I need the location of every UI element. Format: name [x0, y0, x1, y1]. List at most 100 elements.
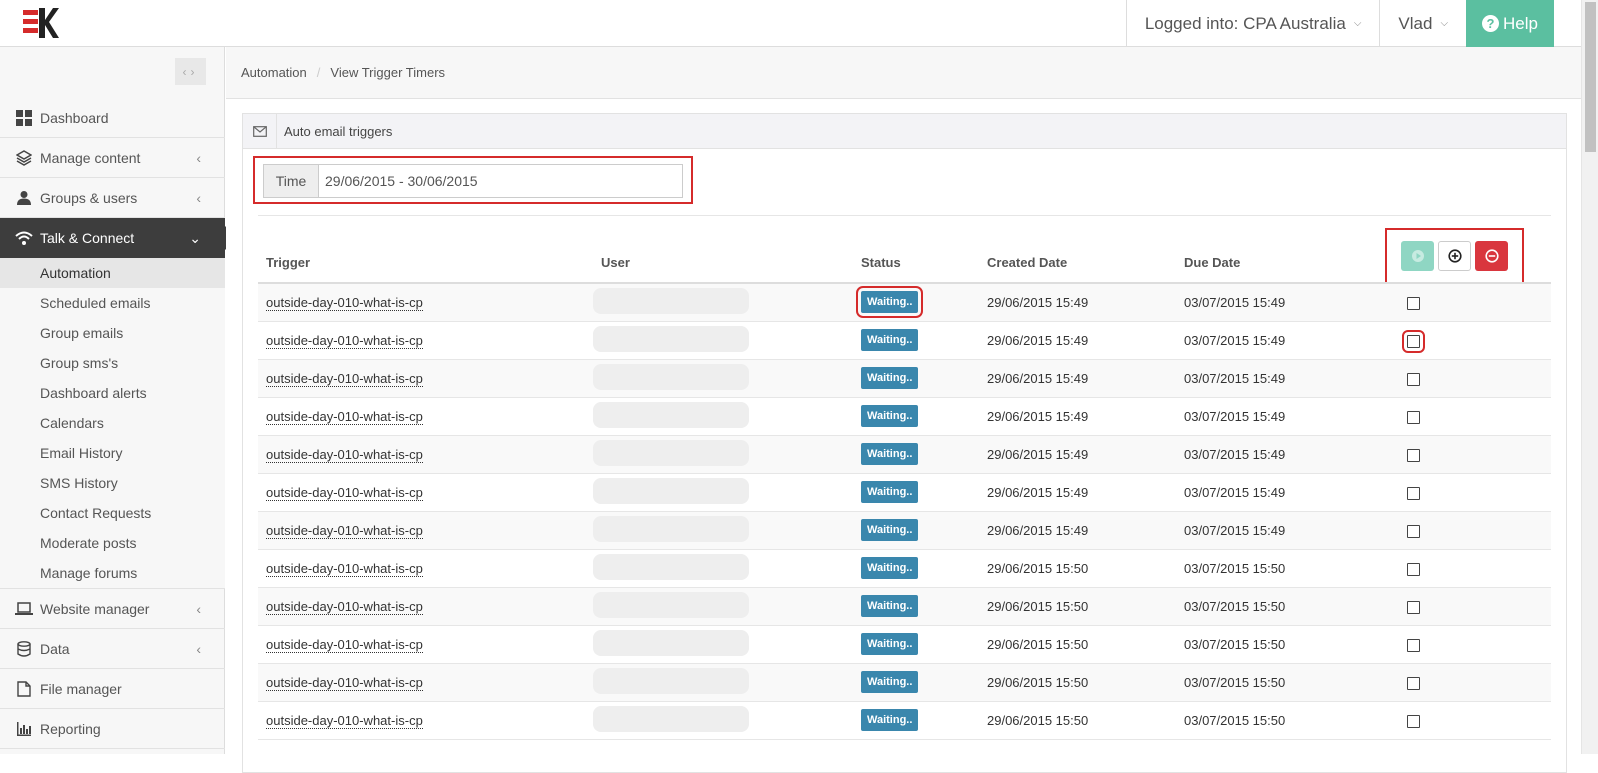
- account-dropdown[interactable]: Logged into: CPA Australia ⌵: [1125, 0, 1380, 47]
- status-badge: Waiting..: [861, 595, 919, 617]
- submenu-item-dashboard-alerts[interactable]: Dashboard alerts: [0, 378, 225, 408]
- row-checkbox[interactable]: [1407, 562, 1420, 576]
- cell-trigger: outside-day-010-what-is-cp: [258, 701, 593, 740]
- row-checkbox[interactable]: [1402, 329, 1425, 353]
- cell-due-date: 03/07/2015 15:49: [1176, 397, 1376, 436]
- row-checkbox[interactable]: [1407, 486, 1420, 500]
- submenu-item-calendars[interactable]: Calendars: [0, 408, 225, 438]
- sidebar-item-label: Website manager: [40, 600, 150, 617]
- cell-status: Waiting..: [853, 359, 979, 398]
- cell-due-date: 03/07/2015 15:49: [1176, 473, 1376, 512]
- file-icon: [15, 680, 33, 697]
- row-checkbox[interactable]: [1407, 524, 1420, 538]
- cell-trigger: outside-day-010-what-is-cp: [258, 321, 593, 360]
- submenu-item-contact-requests[interactable]: Contact Requests: [0, 498, 225, 528]
- row-checkbox[interactable]: [1407, 296, 1420, 310]
- row-checkbox[interactable]: [1407, 600, 1420, 614]
- row-checkbox[interactable]: [1407, 676, 1420, 690]
- sidebar-item-dashboard[interactable]: Dashboard: [0, 98, 225, 138]
- table-row: outside-day-010-what-is-cp Waiting.. 29/06…: [258, 663, 1551, 702]
- trigger-link[interactable]: outside-day-010-what-is-cp: [266, 598, 423, 615]
- trigger-link[interactable]: outside-day-010-what-is-cp: [266, 332, 423, 349]
- submenu-item-sms-history[interactable]: SMS History: [0, 468, 225, 498]
- trigger-link[interactable]: outside-day-010-what-is-cp: [266, 674, 423, 691]
- submenu-item-manage-forums[interactable]: Manage forums: [0, 558, 225, 588]
- scrollbar-thumb[interactable]: [1585, 2, 1596, 152]
- header-due-date[interactable]: Due Date: [1176, 243, 1376, 284]
- trigger-link[interactable]: outside-day-010-what-is-cp: [266, 636, 423, 653]
- sidebar-collapse-toggle[interactable]: ‹›: [175, 58, 206, 85]
- status-badge: Waiting..: [861, 557, 919, 579]
- row-checkbox[interactable]: [1407, 372, 1420, 386]
- status-badge: Waiting..: [861, 329, 919, 351]
- sidebar-item-website-manager[interactable]: Website manager ‹: [0, 589, 225, 629]
- cell-user: [593, 663, 853, 702]
- cell-due-date: 03/07/2015 15:50: [1176, 701, 1376, 740]
- cell-status: Waiting..: [853, 435, 979, 474]
- row-checkbox[interactable]: [1407, 410, 1420, 424]
- cell-select: [1376, 397, 1551, 436]
- cell-due-date: 03/07/2015 15:50: [1176, 663, 1376, 702]
- user-placeholder: [593, 553, 749, 580]
- header-status[interactable]: Status: [853, 243, 979, 284]
- user-placeholder: [593, 667, 749, 694]
- submenu-item-group-sms[interactable]: Group sms's: [0, 348, 225, 378]
- user-placeholder: [593, 591, 749, 618]
- sidebar: ‹› Dashboard Manage content ‹ Groups & u…: [0, 47, 237, 754]
- time-filter: Time: [263, 164, 683, 198]
- row-checkbox[interactable]: [1407, 448, 1420, 462]
- user-dropdown[interactable]: Vlad ⌵: [1379, 0, 1466, 47]
- trigger-link[interactable]: outside-day-010-what-is-cp: [266, 408, 423, 425]
- status-badge: Waiting..: [861, 633, 919, 655]
- cell-created-date: 29/06/2015 15:50: [979, 625, 1176, 664]
- trigger-link[interactable]: outside-day-010-what-is-cp: [266, 446, 423, 463]
- sidebar-item-talk-connect[interactable]: Talk & Connect ⌄: [0, 218, 237, 258]
- help-button[interactable]: ? Help: [1466, 0, 1554, 47]
- submenu-item-automation[interactable]: Automation: [0, 258, 225, 288]
- date-range-input[interactable]: [319, 165, 682, 197]
- sidebar-item-reporting[interactable]: Reporting: [0, 709, 225, 749]
- user-placeholder: [593, 515, 749, 542]
- cell-status: Waiting..: [853, 473, 979, 512]
- page-scrollbar[interactable]: [1581, 0, 1598, 754]
- table-row: outside-day-010-what-is-cp Waiting.. 29/06…: [258, 397, 1551, 436]
- time-filter-highlight: Time: [253, 156, 693, 204]
- header-user[interactable]: User: [593, 243, 853, 284]
- submenu-item-moderate-posts[interactable]: Moderate posts: [0, 528, 225, 558]
- trigger-link[interactable]: outside-day-010-what-is-cp: [266, 712, 423, 729]
- sidebar-item-data[interactable]: Data ‹: [0, 629, 225, 669]
- cell-select: [1376, 321, 1551, 360]
- status-badge: Waiting..: [861, 671, 919, 693]
- logo[interactable]: [23, 8, 59, 38]
- submenu-item-scheduled-emails[interactable]: Scheduled emails: [0, 288, 225, 318]
- cell-select: [1376, 663, 1551, 702]
- cell-created-date: 29/06/2015 15:49: [979, 511, 1176, 550]
- auto-email-triggers-panel: Auto email triggers Time Trigger: [242, 113, 1567, 773]
- user-icon: [15, 190, 33, 206]
- trigger-link[interactable]: outside-day-010-what-is-cp: [266, 294, 423, 311]
- envelope-icon: [243, 113, 277, 149]
- sidebar-item-manage-content[interactable]: Manage content ‹: [0, 138, 225, 178]
- row-checkbox[interactable]: [1407, 714, 1420, 728]
- cell-due-date: 03/07/2015 15:49: [1176, 321, 1376, 360]
- sidebar-item-file-manager[interactable]: File manager: [0, 669, 225, 709]
- cell-user: [593, 587, 853, 626]
- cell-status: Waiting..: [853, 511, 979, 550]
- sidebar-item-groups-users[interactable]: Groups & users ‹: [0, 178, 225, 218]
- cell-created-date: 29/06/2015 15:50: [979, 549, 1176, 588]
- cell-user: [593, 549, 853, 588]
- header-trigger[interactable]: Trigger: [258, 243, 593, 284]
- table-header-row: Trigger User Status Created Date Due Dat…: [258, 243, 1551, 284]
- trigger-link[interactable]: outside-day-010-what-is-cp: [266, 484, 423, 501]
- row-checkbox[interactable]: [1407, 638, 1420, 652]
- trigger-link[interactable]: outside-day-010-what-is-cp: [266, 560, 423, 577]
- header-created-date[interactable]: Created Date: [979, 243, 1176, 284]
- sidebar-item-label: Dashboard: [40, 109, 109, 126]
- trigger-link[interactable]: outside-day-010-what-is-cp: [266, 522, 423, 539]
- cell-trigger: outside-day-010-what-is-cp: [258, 549, 593, 588]
- trigger-link[interactable]: outside-day-010-what-is-cp: [266, 370, 423, 387]
- submenu-item-email-history[interactable]: Email History: [0, 438, 225, 468]
- cell-user: [593, 435, 853, 474]
- submenu-item-group-emails[interactable]: Group emails: [0, 318, 225, 348]
- breadcrumb-automation[interactable]: Automation: [241, 65, 307, 80]
